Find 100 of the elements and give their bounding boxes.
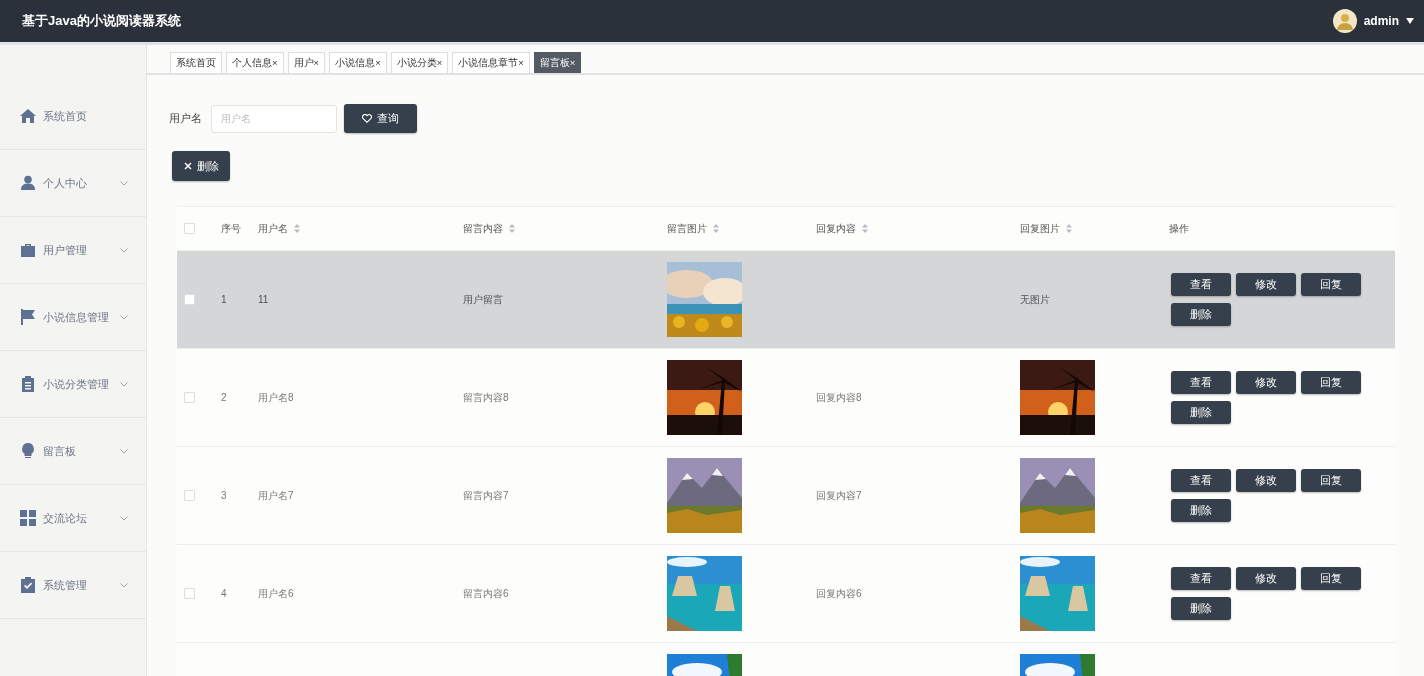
- clipboard-icon: [20, 376, 36, 392]
- checkbox[interactable]: [184, 223, 195, 234]
- action-button[interactable]: 回复: [1301, 469, 1361, 492]
- table-row[interactable]: 3 用户名7 留言内容7 回复内容7 查看 修改 回复 删除: [177, 447, 1395, 545]
- chevron-icon: [120, 381, 128, 387]
- action-button[interactable]: 查看: [1171, 273, 1231, 296]
- action-button[interactable]: 查看: [1171, 469, 1231, 492]
- table-cell: 留言内容7: [463, 489, 509, 501]
- table-row[interactable]: 2 用户名8 留言内容8 回复内容8 查看 修改 回复 删除: [177, 349, 1395, 447]
- sidebar-item[interactable]: 留言板: [0, 418, 146, 485]
- action-button[interactable]: 查看: [1171, 371, 1231, 394]
- sidebar-label: 留言板: [43, 443, 77, 459]
- checkbox[interactable]: [184, 392, 195, 403]
- heart-icon: [362, 114, 372, 123]
- table-cell: 3: [221, 490, 227, 501]
- column-header[interactable]: 用户名: [258, 221, 288, 236]
- action-button[interactable]: 查看: [1171, 567, 1231, 590]
- sidebar-label: 系统首页: [43, 108, 88, 124]
- sidebar-item[interactable]: 个人中心: [0, 150, 146, 217]
- table-cell: 用户名6: [258, 587, 294, 599]
- sort-icon[interactable]: [294, 224, 300, 233]
- sidebar-label: 交流论坛: [43, 510, 88, 526]
- sidebar-label: 小说信息管理: [43, 309, 110, 325]
- checkbox[interactable]: [184, 588, 195, 599]
- chevron-icon: [120, 582, 128, 588]
- field-label: 用户名: [169, 111, 202, 126]
- action-button[interactable]: 修改: [1236, 371, 1296, 394]
- checkbox[interactable]: [184, 294, 195, 305]
- action-button[interactable]: 删除: [1171, 597, 1231, 620]
- sidebar-item[interactable]: 交流论坛: [0, 485, 146, 552]
- chevron-icon: [120, 515, 128, 521]
- tab[interactable]: 留言板×: [533, 52, 582, 73]
- tab[interactable]: 系统首页: [170, 52, 222, 73]
- sidebar-item[interactable]: 用户管理: [0, 217, 146, 284]
- lightbulb-icon: [20, 443, 36, 459]
- table-cell: 留言内容8: [463, 391, 509, 403]
- table-cell: 4: [221, 588, 227, 599]
- action-button[interactable]: 删除: [1171, 401, 1231, 424]
- column-header: 序号: [221, 221, 241, 236]
- chevron-icon: [120, 180, 128, 186]
- close-icon: [183, 162, 192, 170]
- tab[interactable]: 小说信息×: [329, 52, 387, 73]
- action-button[interactable]: 回复: [1301, 567, 1361, 590]
- home-icon: [20, 108, 36, 124]
- table-cell: 用户留言: [463, 293, 503, 305]
- sidebar-item[interactable]: 系统管理: [0, 552, 146, 619]
- table-row[interactable]: 1 11 用户留言 无图片 查看 修改 回复 删除: [177, 251, 1395, 349]
- table-cell: 用户名7: [258, 489, 294, 501]
- grid-icon: [20, 510, 36, 526]
- table-cell: 用户名8: [258, 391, 294, 403]
- column-header[interactable]: 留言图片: [667, 221, 707, 236]
- table-cell: 无图片: [1020, 293, 1050, 305]
- chevron-icon: [120, 448, 128, 454]
- sidebar-label: 系统管理: [43, 577, 88, 593]
- tab[interactable]: 小说信息章节×: [452, 52, 530, 73]
- tab[interactable]: 小说分类×: [390, 52, 449, 73]
- briefcase-icon: [20, 242, 36, 258]
- action-button[interactable]: 修改: [1236, 273, 1296, 296]
- action-button[interactable]: 修改: [1236, 469, 1296, 492]
- table-cell: 留言内容6: [463, 587, 509, 599]
- user-name[interactable]: admin: [1363, 14, 1399, 28]
- search-button[interactable]: 查询: [344, 104, 417, 133]
- tab[interactable]: 个人信息×: [226, 52, 284, 73]
- sort-icon[interactable]: [862, 224, 868, 233]
- person-icon: [20, 175, 36, 191]
- action-button[interactable]: 回复: [1301, 273, 1361, 296]
- table-cell: 11: [258, 294, 269, 305]
- column-header[interactable]: 回复内容: [816, 221, 856, 236]
- table-cell: 回复内容7: [816, 489, 862, 501]
- column-header[interactable]: 留言内容: [463, 221, 503, 236]
- action-button[interactable]: 删除: [1171, 499, 1231, 522]
- sort-icon[interactable]: [713, 224, 719, 233]
- sidebar-label: 用户管理: [43, 242, 88, 258]
- chevron-icon: [120, 314, 128, 320]
- table-row[interactable]: 4 用户名6 留言内容6 回复内容6 查看 修改 回复 删除: [177, 545, 1395, 643]
- sidebar-item[interactable]: 系统首页: [0, 83, 146, 150]
- avatar-icon[interactable]: [1332, 9, 1357, 33]
- delete-button[interactable]: 删除: [172, 151, 230, 181]
- column-header[interactable]: 回复图片: [1020, 221, 1060, 236]
- app-title: 基于Java的小说阅读器系统: [22, 12, 181, 30]
- sidebar-item[interactable]: 小说分类管理: [0, 351, 146, 418]
- table-cell: 回复内容6: [816, 587, 862, 599]
- action-button[interactable]: 修改: [1236, 567, 1296, 590]
- sidebar-label: 个人中心: [43, 175, 88, 191]
- action-button[interactable]: 回复: [1301, 371, 1361, 394]
- username-field[interactable]: 用户名: [211, 104, 337, 133]
- sort-icon[interactable]: [1066, 224, 1072, 233]
- tab[interactable]: 用户×: [287, 52, 326, 73]
- checklist-icon: [20, 577, 36, 593]
- flag-icon: [20, 309, 36, 325]
- chevron-icon: [120, 247, 128, 253]
- caret-icon[interactable]: [1406, 18, 1414, 24]
- table-cell: 回复内容8: [816, 391, 862, 403]
- table-cell: 2: [221, 392, 227, 403]
- action-button[interactable]: 删除: [1171, 303, 1231, 326]
- sidebar-item[interactable]: 小说信息管理: [0, 284, 146, 351]
- sort-icon[interactable]: [509, 224, 515, 233]
- checkbox[interactable]: [184, 490, 195, 501]
- column-header: 操作: [1169, 221, 1189, 236]
- table-cell: 1: [221, 294, 227, 305]
